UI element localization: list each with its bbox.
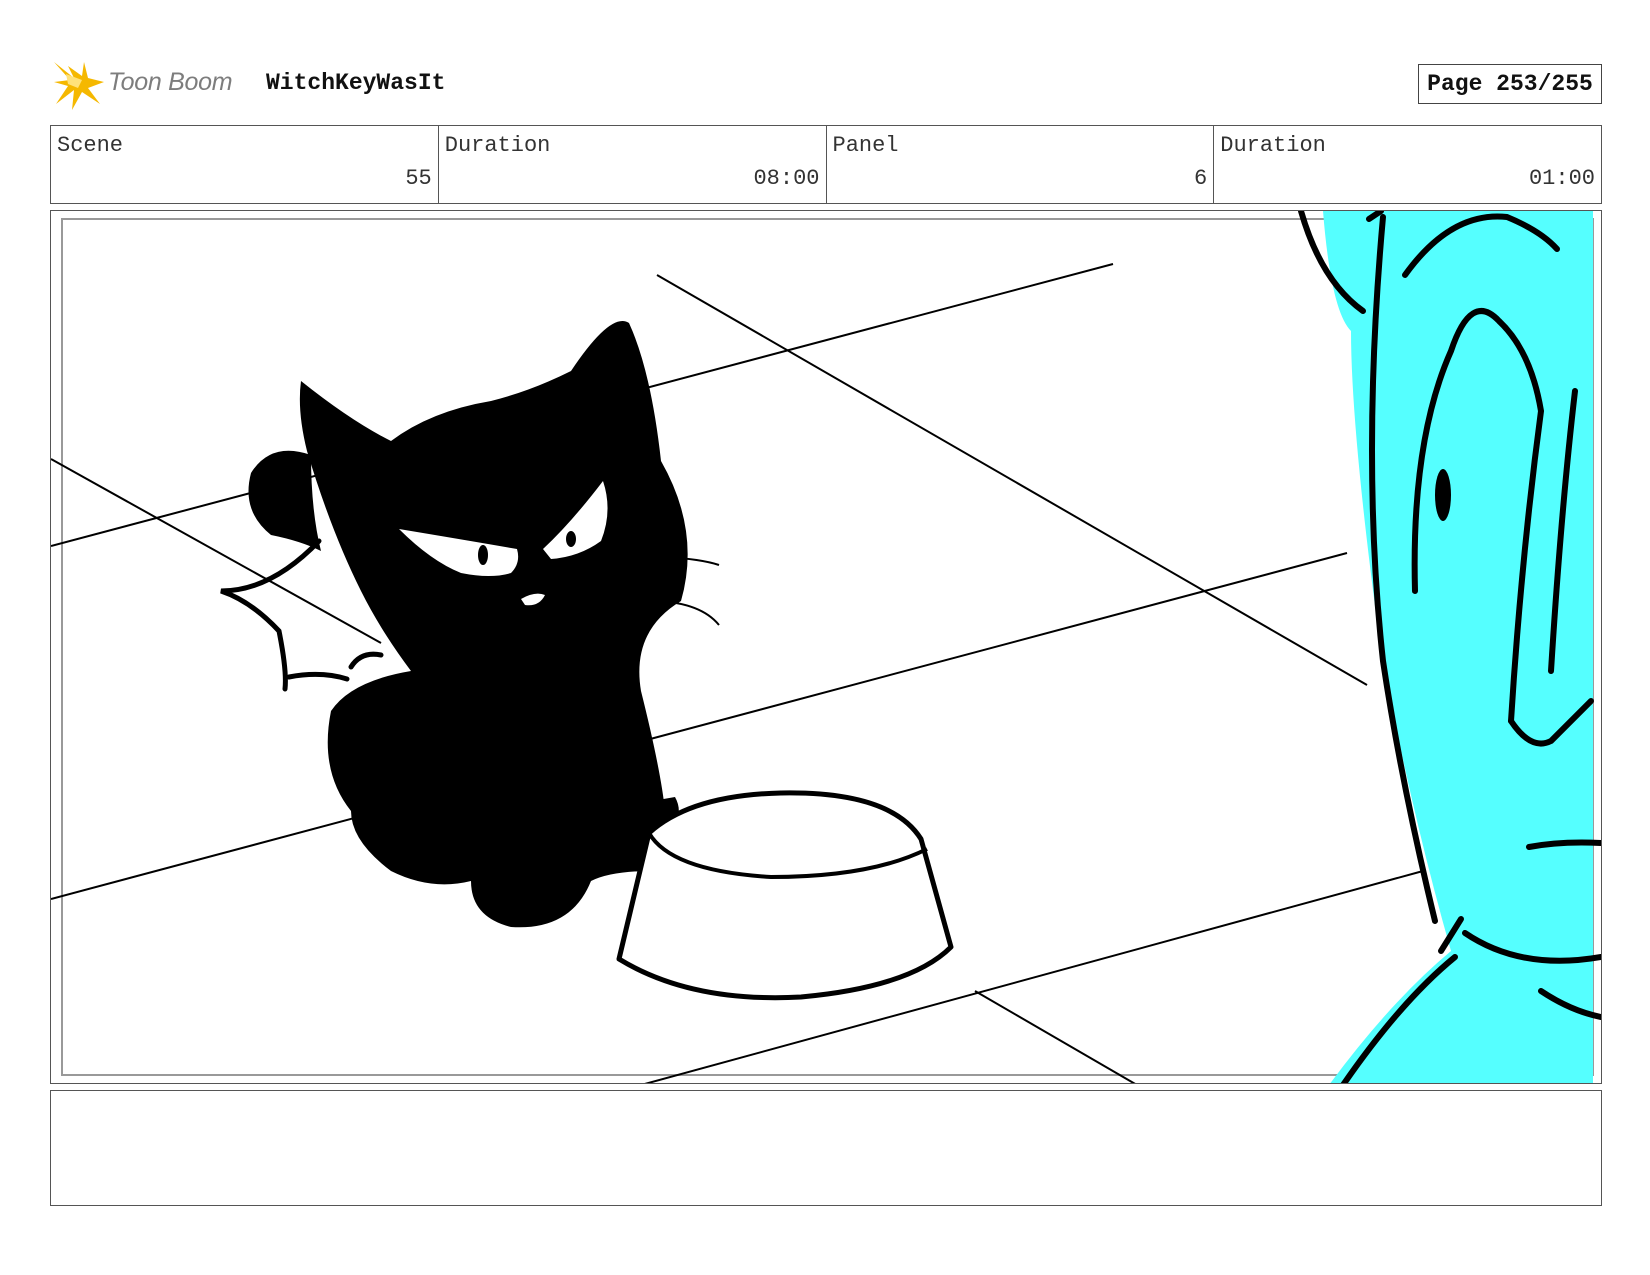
panel-value: 6 [1194,166,1208,191]
panel-duration-cell: Duration 01:00 [1214,126,1601,203]
storyboard-panel [50,210,1602,1084]
black-cat [220,321,720,928]
scene-duration-cell: Duration 08:00 [439,126,827,203]
food-bowl [616,790,954,1001]
scene-duration-label: Duration [444,133,551,158]
panel-cell: Panel 6 [827,126,1215,203]
panel-drawing [51,211,1601,1083]
panel-notes-box [50,1090,1602,1206]
panel-duration-value: 01:00 [1528,166,1595,191]
scene-duration-value: 08:00 [753,166,820,191]
starburst-icon [54,62,104,110]
logo-text: Toon Boom [108,68,233,96]
scene-cell: Scene 55 [51,126,439,203]
scene-value: 55 [405,166,432,191]
page-number: Page 253/255 [1418,64,1602,104]
scene-label: Scene [57,133,124,158]
toon-boom-logo: Toon Boom [52,58,252,112]
panel-label: Panel [832,133,899,158]
scene-info-bar: Scene 55 Duration 08:00 Panel 6 Duration… [50,125,1602,204]
project-title: WitchKeyWasIt [266,70,446,96]
character-face [1298,211,1601,1083]
panel-duration-label: Duration [1220,133,1326,158]
